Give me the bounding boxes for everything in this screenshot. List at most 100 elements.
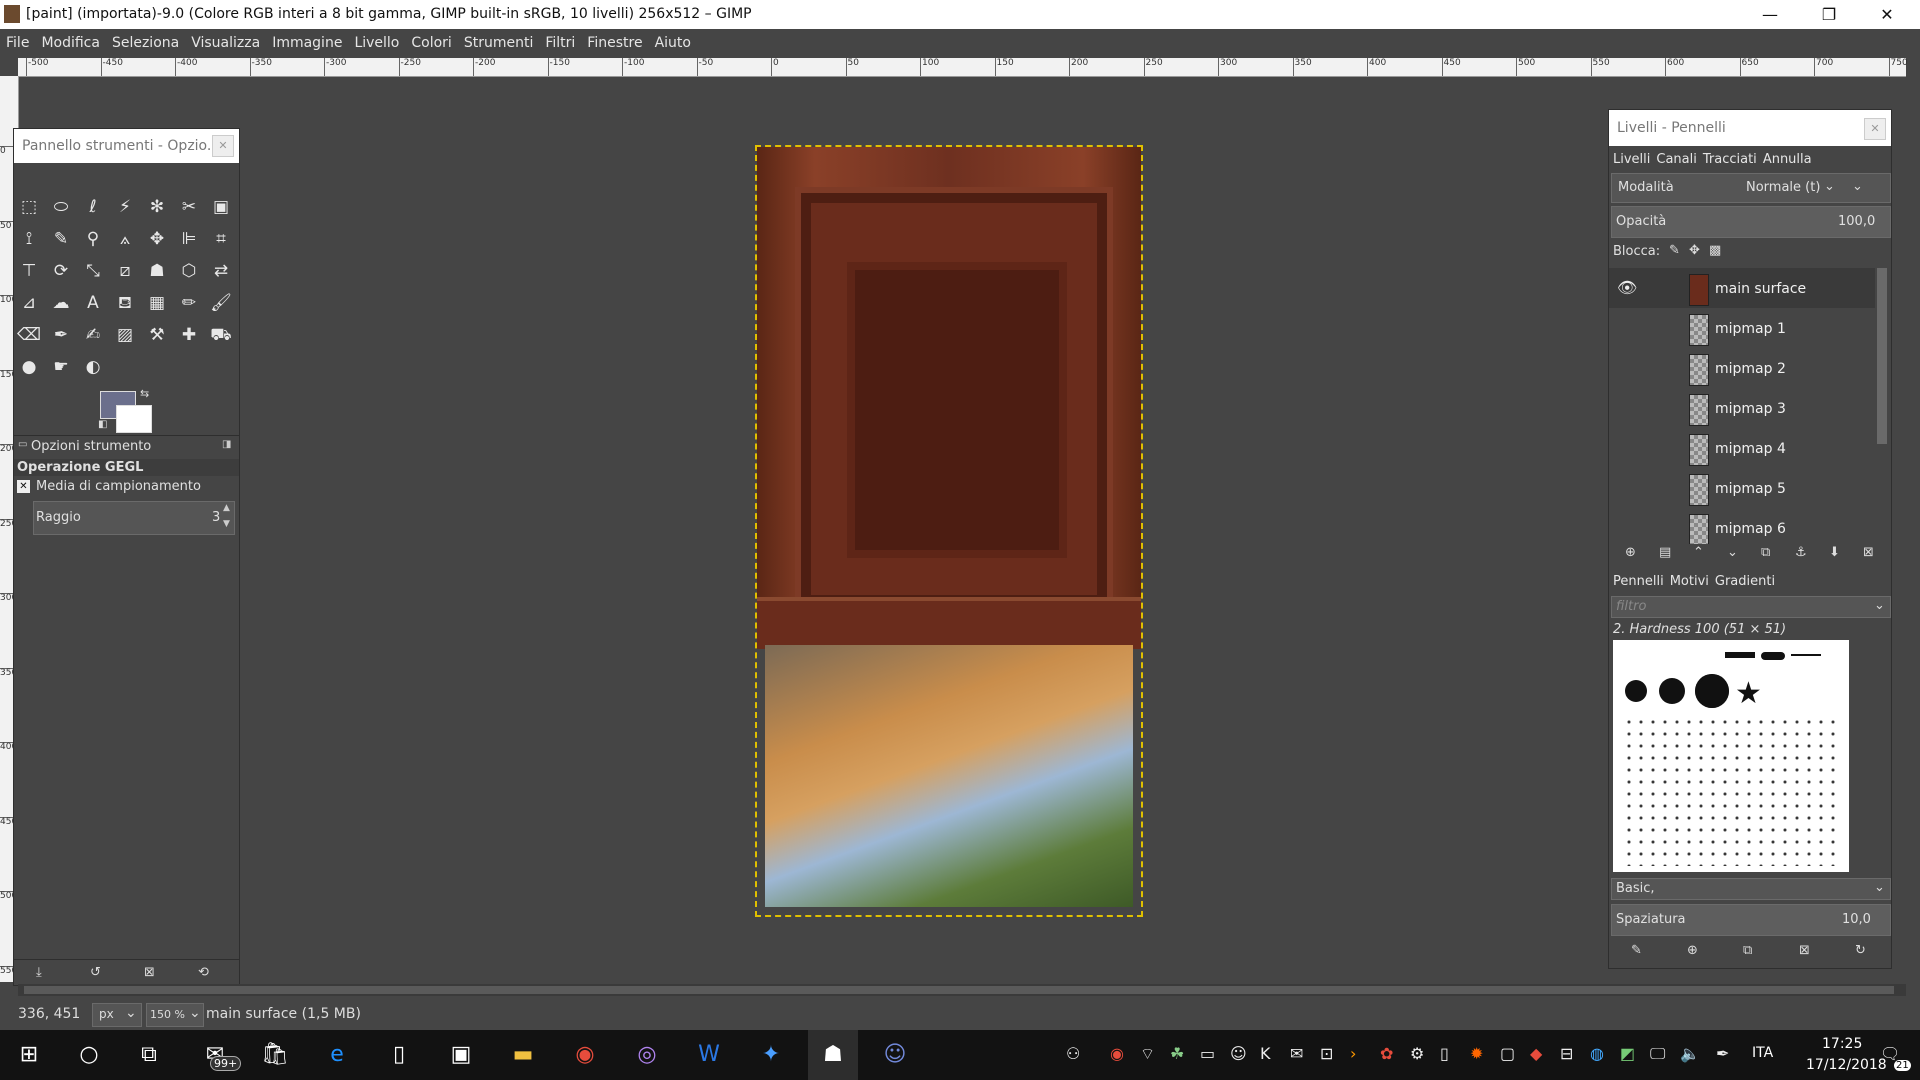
- delete-brush-icon[interactable]: ⊠: [1799, 943, 1810, 958]
- opacity-slider[interactable]: Opacità 100,0: [1611, 206, 1891, 238]
- smudge-warp-icon[interactable]: ☁: [49, 291, 73, 315]
- foreground-select-icon[interactable]: ▣: [209, 195, 233, 219]
- paths-icon[interactable]: ⟟: [17, 227, 41, 251]
- color-picker-icon[interactable]: ✎: [49, 227, 73, 251]
- delete-options-icon[interactable]: ⊠: [144, 965, 155, 980]
- refresh-brushes-icon[interactable]: ↻: [1855, 943, 1866, 958]
- github-icon[interactable]: ◎: [622, 1030, 672, 1080]
- lock-pixels-icon[interactable]: ✎: [1669, 243, 1680, 258]
- radius-up-icon[interactable]: ▲: [223, 503, 230, 513]
- default-colors-icon[interactable]: ◧: [98, 419, 107, 430]
- chevron-down-icon[interactable]: ⌄: [1874, 598, 1885, 613]
- scissors-icon[interactable]: ✂: [177, 195, 201, 219]
- brushes-grid[interactable]: ★: [1613, 640, 1849, 872]
- tray-app-icon[interactable]: ◍: [1590, 1044, 1604, 1063]
- star-brush-icon[interactable]: ★: [1735, 676, 1762, 711]
- align-icon[interactable]: ⊫: [177, 227, 201, 251]
- canvas-hscrollbar[interactable]: [18, 984, 1906, 996]
- perspective-icon[interactable]: ⬡: [177, 259, 201, 283]
- clock-date[interactable]: 17/12/2018: [1806, 1057, 1887, 1073]
- unified-transform-icon[interactable]: ⊤: [17, 259, 41, 283]
- rect-select-icon[interactable]: ⬚: [17, 195, 41, 219]
- zoom-icon[interactable]: ⚲: [81, 227, 105, 251]
- hscroll-thumb[interactable]: [24, 986, 1894, 994]
- clone-icon[interactable]: ⚒: [145, 323, 169, 347]
- eye-icon[interactable]: 👁: [1617, 278, 1637, 297]
- tab-pennelli[interactable]: Pennelli: [1613, 574, 1664, 589]
- zoom-dropdown[interactable]: 150 % ⌄: [146, 1003, 204, 1027]
- visual-studio-icon[interactable]: ✦: [746, 1030, 796, 1080]
- edge-icon[interactable]: e: [312, 1030, 362, 1080]
- brush-selected[interactable]: [1695, 674, 1729, 708]
- tray-app-icon[interactable]: ☘: [1170, 1044, 1184, 1063]
- background-color-swatch[interactable]: [116, 405, 152, 433]
- steam-icon[interactable]: ⚙: [1410, 1044, 1424, 1063]
- lasso-icon[interactable]: ℓ: [81, 195, 105, 219]
- color-select-icon[interactable]: ✻: [145, 195, 169, 219]
- tab-motivi[interactable]: Motivi: [1670, 574, 1709, 589]
- cage-transform-icon[interactable]: ⊿: [17, 291, 41, 315]
- fuzzy-select-icon[interactable]: ⚡: [113, 195, 137, 219]
- edit-brush-icon[interactable]: ✎: [1631, 943, 1642, 958]
- gradient-icon[interactable]: ▦: [145, 291, 169, 315]
- store-icon[interactable]: 🛍: [250, 1030, 300, 1080]
- brush-item[interactable]: [1725, 652, 1755, 658]
- tab-annulla[interactable]: Annulla: [1763, 152, 1812, 167]
- brush-filter-input[interactable]: filtro ⌄: [1611, 596, 1891, 618]
- brush-texture-grid[interactable]: [1623, 716, 1839, 866]
- new-layer-icon[interactable]: ⊕: [1625, 545, 1636, 560]
- scale-icon[interactable]: ⤡: [81, 259, 105, 283]
- minimize-button[interactable]: —: [1747, 0, 1793, 29]
- tab-livelli[interactable]: Livelli: [1613, 152, 1650, 167]
- tray-app-icon[interactable]: ⊡: [1320, 1044, 1333, 1063]
- heal-icon[interactable]: ✚: [177, 323, 201, 347]
- layer-row[interactable]: mipmap 6: [1609, 508, 1875, 544]
- volume-icon[interactable]: 🔈: [1680, 1044, 1700, 1063]
- file-explorer-icon[interactable]: ▬: [498, 1030, 548, 1080]
- spacing-slider[interactable]: Spaziatura 10,0: [1611, 904, 1891, 936]
- gimp-taskbar-icon[interactable]: ☗: [808, 1030, 858, 1080]
- bucket-fill-icon[interactable]: ⛾: [113, 291, 137, 315]
- clock-time[interactable]: 17:25: [1822, 1036, 1862, 1052]
- ellipse-select-icon[interactable]: ⬭: [49, 195, 73, 219]
- smudge-icon[interactable]: ☛: [49, 355, 73, 379]
- brush-item[interactable]: [1791, 654, 1821, 656]
- move-icon[interactable]: ✥: [145, 227, 169, 251]
- record-icon[interactable]: ◉: [1110, 1044, 1124, 1063]
- tab-tracciati[interactable]: Tracciati: [1703, 152, 1757, 167]
- menu-file[interactable]: File: [0, 29, 35, 51]
- menu-strumenti[interactable]: Strumenti: [458, 29, 540, 51]
- layer-row[interactable]: 👁 main surface: [1609, 268, 1875, 308]
- brush-item[interactable]: [1625, 680, 1647, 702]
- swap-colors-icon[interactable]: ⇆: [140, 387, 149, 400]
- language-indicator[interactable]: ITA: [1752, 1045, 1773, 1061]
- airbrush-icon[interactable]: ✒: [49, 323, 73, 347]
- composite-mode-icon[interactable]: ⌄: [1852, 179, 1863, 194]
- task-view-icon[interactable]: ⧉: [124, 1030, 174, 1080]
- radius-down-icon[interactable]: ▼: [223, 519, 230, 529]
- menu-seleziona[interactable]: Seleziona: [106, 29, 185, 51]
- horizontal-ruler[interactable]: -500 -450 -400 -350 -300 -250 -200 -150 -100 -50 0…: [18, 58, 1908, 77]
- merge-layer-icon[interactable]: ⬇: [1829, 545, 1840, 560]
- maximize-button[interactable]: ❐: [1806, 0, 1852, 29]
- menu-aiuto[interactable]: Aiuto: [649, 29, 697, 51]
- image-canvas[interactable]: [755, 145, 1143, 917]
- discord-icon[interactable]: ☺: [870, 1030, 920, 1080]
- menu-finestre[interactable]: Finestre: [581, 29, 648, 51]
- mypaint-brush-icon[interactable]: ▨: [113, 323, 137, 347]
- tray-app-icon[interactable]: ▭: [1200, 1044, 1215, 1063]
- ink-icon[interactable]: ✍: [81, 323, 105, 347]
- layer-row[interactable]: mipmap 4: [1609, 428, 1875, 468]
- nvidia-icon[interactable]: ◩: [1620, 1044, 1635, 1063]
- new-group-icon[interactable]: ▤: [1659, 545, 1671, 560]
- tray-app-icon[interactable]: ✹: [1470, 1044, 1483, 1063]
- measure-icon[interactable]: ⟑: [113, 227, 137, 251]
- tray-app-icon[interactable]: ✿: [1380, 1044, 1393, 1063]
- menu-immagine[interactable]: Immagine: [266, 29, 348, 51]
- brush-set-dropdown[interactable]: Basic, ⌄: [1611, 878, 1891, 900]
- raise-layer-icon[interactable]: ⌃: [1693, 545, 1704, 560]
- mode-dropdown[interactable]: Modalità Normale (t) ⌄ ⌄: [1611, 173, 1891, 203]
- toolbox-close-icon[interactable]: ✕: [212, 135, 234, 157]
- people-icon[interactable]: ⚇: [1066, 1044, 1080, 1063]
- perspective-clone-icon[interactable]: ⛟: [209, 323, 233, 347]
